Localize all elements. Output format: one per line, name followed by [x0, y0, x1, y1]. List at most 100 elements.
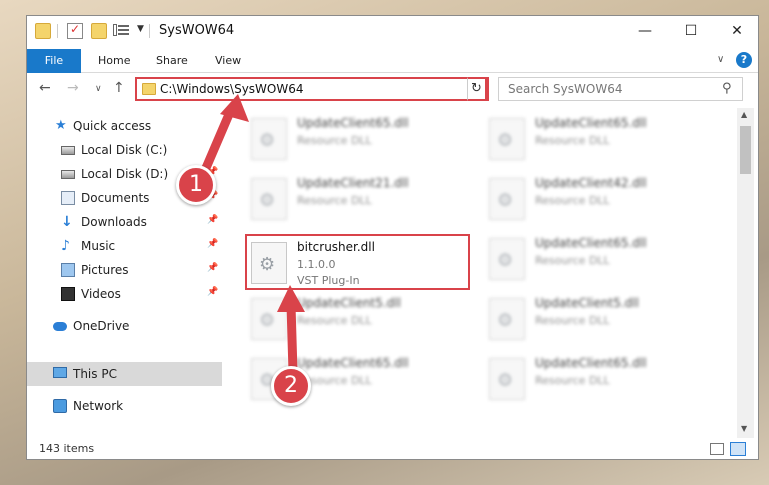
pin-icon[interactable]: 📌: [207, 215, 218, 225]
sidebar-item-label: Documents: [81, 191, 150, 205]
documents-icon: [61, 191, 75, 205]
file-item[interactable]: UpdateClient65.dll Resource DLL: [485, 352, 710, 408]
divider: [149, 24, 150, 38]
properties-check-icon[interactable]: [67, 22, 83, 39]
back-arrow-icon[interactable]: ←: [39, 80, 51, 96]
scroll-down-arrow-icon[interactable]: ▼: [741, 424, 747, 433]
file-item-bitcrusher[interactable]: bitcrusher.dll 1.1.0.0 VST Plug-In: [245, 234, 470, 290]
file-name: UpdateClient65.dll: [535, 356, 647, 370]
file-description: Resource DLL: [297, 194, 372, 207]
sidebar-item-pictures[interactable]: Pictures 📌: [27, 258, 222, 282]
file-name: UpdateClient5.dll: [535, 296, 639, 310]
dll-file-icon: [251, 118, 287, 160]
tiles-view-icon[interactable]: [730, 442, 746, 456]
new-folder-icon[interactable]: [91, 23, 107, 39]
dll-file-icon: [489, 358, 525, 400]
pin-icon[interactable]: 📌: [207, 287, 218, 297]
file-explorer-window: ▼ SysWOW64 — ☐ ✕ File Home Share View ∨ …: [26, 15, 759, 460]
file-description: Resource DLL: [535, 254, 610, 267]
tab-share[interactable]: Share: [156, 49, 188, 73]
pin-icon[interactable]: 📌: [207, 263, 218, 273]
file-item[interactable]: UpdateClient42.dll Resource DLL: [485, 172, 710, 228]
search-icon[interactable]: ⚲: [722, 81, 732, 96]
dll-file-icon: [251, 242, 287, 284]
pictures-icon: [61, 263, 75, 277]
music-icon: ♪: [61, 238, 70, 254]
recent-locations-chevron-icon[interactable]: ∨: [95, 84, 102, 94]
file-item[interactable]: UpdateClient65.dll Resource DLL: [247, 112, 472, 168]
file-item[interactable]: UpdateClient21.dll Resource DLL: [247, 172, 472, 228]
divider: [57, 24, 58, 38]
sidebar-item-onedrive[interactable]: OneDrive: [27, 314, 222, 338]
videos-icon: [61, 287, 75, 301]
dll-file-icon: [489, 238, 525, 280]
details-view-icon[interactable]: [710, 443, 724, 455]
file-name: UpdateClient65.dll: [535, 116, 647, 130]
sidebar-item-label: Local Disk (C:): [81, 143, 168, 157]
sidebar-item-label: Pictures: [81, 263, 129, 277]
network-icon: [53, 399, 67, 413]
address-bar[interactable]: C:\Windows\SysWOW64 ∨: [135, 77, 489, 101]
search-input[interactable]: Search SysWOW64 ⚲: [498, 77, 743, 101]
title-bar: ▼ SysWOW64 — ☐ ✕: [27, 16, 758, 47]
sidebar-item-downloads[interactable]: ↓ Downloads 📌: [27, 210, 222, 234]
close-button[interactable]: ✕: [714, 16, 758, 47]
customize-toolbar-chevron-icon[interactable]: ▼: [137, 24, 144, 34]
maximize-button[interactable]: ☐: [668, 16, 714, 47]
search-placeholder: Search SysWOW64: [508, 82, 623, 96]
sidebar-item-label: Music: [81, 239, 116, 253]
vertical-scrollbar[interactable]: ▲ ▼: [737, 108, 754, 438]
sidebar-item-quick-access[interactable]: ★ Quick access: [27, 114, 222, 138]
sidebar-item-network[interactable]: Network: [27, 394, 222, 418]
tab-home[interactable]: Home: [98, 49, 130, 73]
sidebar-item-music[interactable]: ♪ Music 📌: [27, 234, 222, 258]
sidebar-item-label: Network: [73, 399, 124, 413]
sidebar-item-local-disk-c[interactable]: Local Disk (C:): [27, 138, 222, 162]
step-1-badge: 1: [176, 165, 216, 205]
file-version: 1.1.0.0: [297, 258, 336, 271]
onedrive-icon: [53, 322, 67, 331]
file-description: VST Plug-In: [297, 274, 360, 287]
sidebar-item-label: Local Disk (D:): [81, 167, 169, 181]
step-2-badge: 2: [271, 366, 311, 406]
file-item[interactable]: UpdateClient5.dll Resource DLL: [247, 292, 472, 348]
drive-icon: [61, 170, 75, 179]
address-path[interactable]: C:\Windows\SysWOW64: [160, 82, 304, 96]
drive-icon: [61, 146, 75, 155]
forward-arrow-icon[interactable]: →: [67, 80, 79, 96]
scroll-thumb[interactable]: [740, 126, 751, 174]
pc-icon: [53, 367, 67, 378]
minimize-button[interactable]: —: [622, 16, 668, 47]
download-icon: ↓: [61, 214, 73, 230]
file-name: bitcrusher.dll: [297, 240, 375, 254]
help-icon[interactable]: ?: [736, 52, 752, 68]
address-row: ← → ∨ ↑ C:\Windows\SysWOW64 ∨ ↻ Search S…: [27, 74, 758, 106]
file-item[interactable]: UpdateClient5.dll Resource DLL: [485, 292, 710, 348]
pin-icon[interactable]: 📌: [207, 239, 218, 249]
ribbon-tabs: File Home Share View ∨ ?: [27, 47, 758, 73]
sidebar-item-label: Downloads: [81, 215, 147, 229]
sidebar-item-label: This PC: [73, 367, 117, 381]
file-name: UpdateClient5.dll: [297, 296, 401, 310]
tab-file[interactable]: File: [27, 49, 81, 73]
file-description: Resource DLL: [535, 134, 610, 147]
sidebar-item-label: Videos: [81, 287, 121, 301]
file-item[interactable]: UpdateClient65.dll Resource DLL: [485, 232, 710, 288]
refresh-button[interactable]: ↻: [467, 77, 487, 101]
file-name: UpdateClient65.dll: [297, 356, 409, 370]
sidebar-item-videos[interactable]: Videos 📌: [27, 282, 222, 306]
up-arrow-icon[interactable]: ↑: [113, 80, 125, 96]
file-name: UpdateClient65.dll: [297, 116, 409, 130]
star-icon: ★: [55, 118, 67, 133]
status-bar: 143 items: [27, 439, 758, 459]
dll-file-icon: [489, 298, 525, 340]
file-description: Resource DLL: [297, 134, 372, 147]
properties-icon[interactable]: [113, 23, 129, 39]
navigation-pane: ★ Quick access Local Disk (C:) Local Dis…: [27, 108, 222, 438]
file-item[interactable]: UpdateClient65.dll Resource DLL: [485, 112, 710, 168]
sidebar-item-this-pc[interactable]: This PC: [27, 362, 222, 386]
expand-ribbon-chevron-icon[interactable]: ∨: [717, 54, 724, 65]
scroll-up-arrow-icon[interactable]: ▲: [741, 110, 747, 119]
dll-file-icon: [489, 118, 525, 160]
tab-view[interactable]: View: [215, 49, 241, 73]
